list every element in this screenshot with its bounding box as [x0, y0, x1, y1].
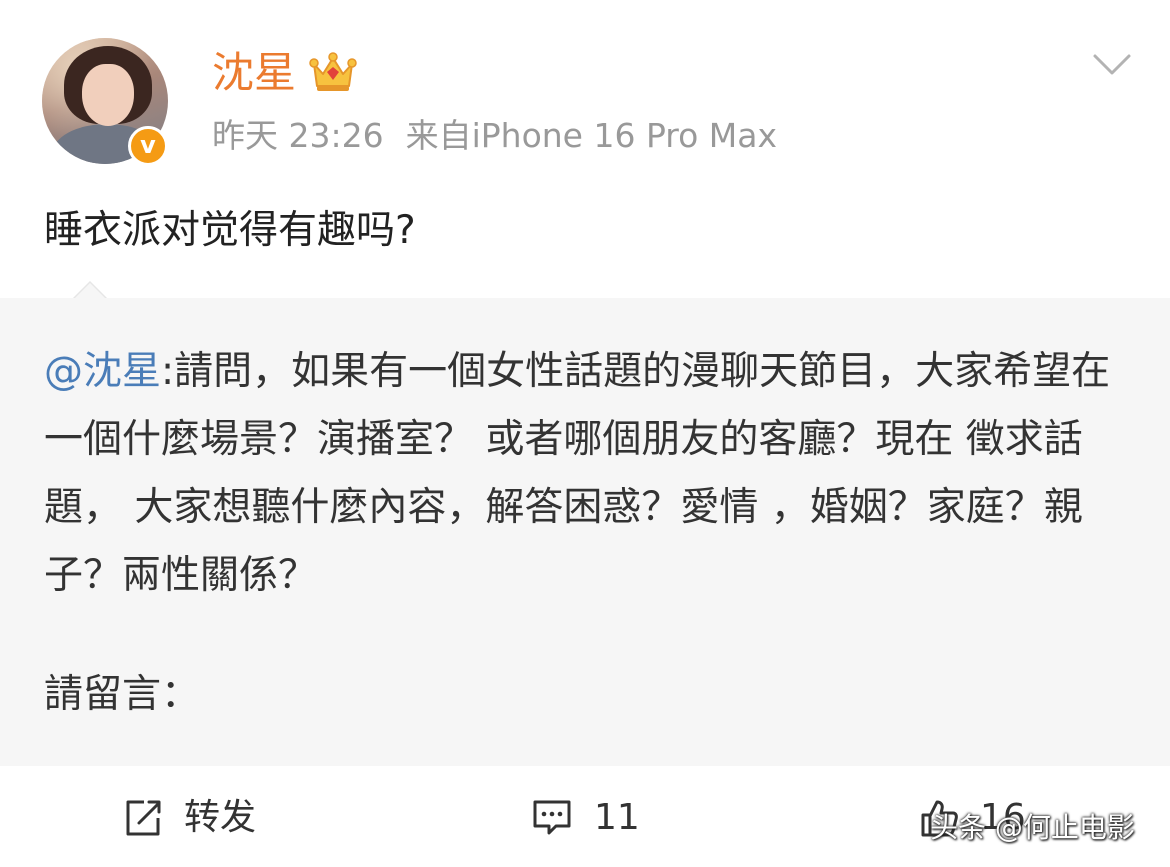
post-text: 睡衣派对觉得有趣吗?	[44, 208, 416, 253]
author-name[interactable]: 沈星	[212, 46, 296, 100]
watermark: 头条 @何止电影	[930, 811, 1135, 844]
comment-button[interactable]: 11	[530, 796, 640, 840]
repost-button[interactable]: 转发	[122, 796, 256, 840]
post-header: v 沈星 昨天 23:26 来自iPhone 16 Pro Max	[0, 0, 1170, 180]
avatar-face	[82, 64, 134, 126]
repost-box[interactable]: @沈星:請問，如果有一個女性話題的漫聊天節目，大家希望在一個什麼場景？演播室？ …	[0, 281, 1170, 766]
repost-body: :請問，如果有一個女性話題的漫聊天節目，大家希望在一個什麼場景？演播室？ 或者哪…	[44, 349, 1111, 598]
verified-badge-icon: v	[128, 126, 168, 166]
chevron-down-icon[interactable]	[1092, 52, 1132, 78]
repost-footer: 請留言：	[44, 672, 201, 717]
repost-label: 转发	[184, 797, 257, 838]
repost-text: @沈星:請問，如果有一個女性話題的漫聊天節目，大家希望在一個什麼場景？演播室？ …	[44, 338, 1124, 610]
post-meta: 昨天 23:26 来自iPhone 16 Pro Max	[212, 114, 777, 158]
post-time: 昨天 23:26	[212, 116, 384, 155]
share-icon	[126, 800, 161, 836]
comment-icon	[533, 800, 571, 835]
post-source: 来自iPhone 16 Pro Max	[405, 116, 778, 155]
crown-icon	[309, 52, 357, 91]
mention-link[interactable]: @沈星	[44, 349, 161, 394]
comment-count: 11	[594, 797, 640, 838]
repost-pointer	[74, 283, 106, 299]
